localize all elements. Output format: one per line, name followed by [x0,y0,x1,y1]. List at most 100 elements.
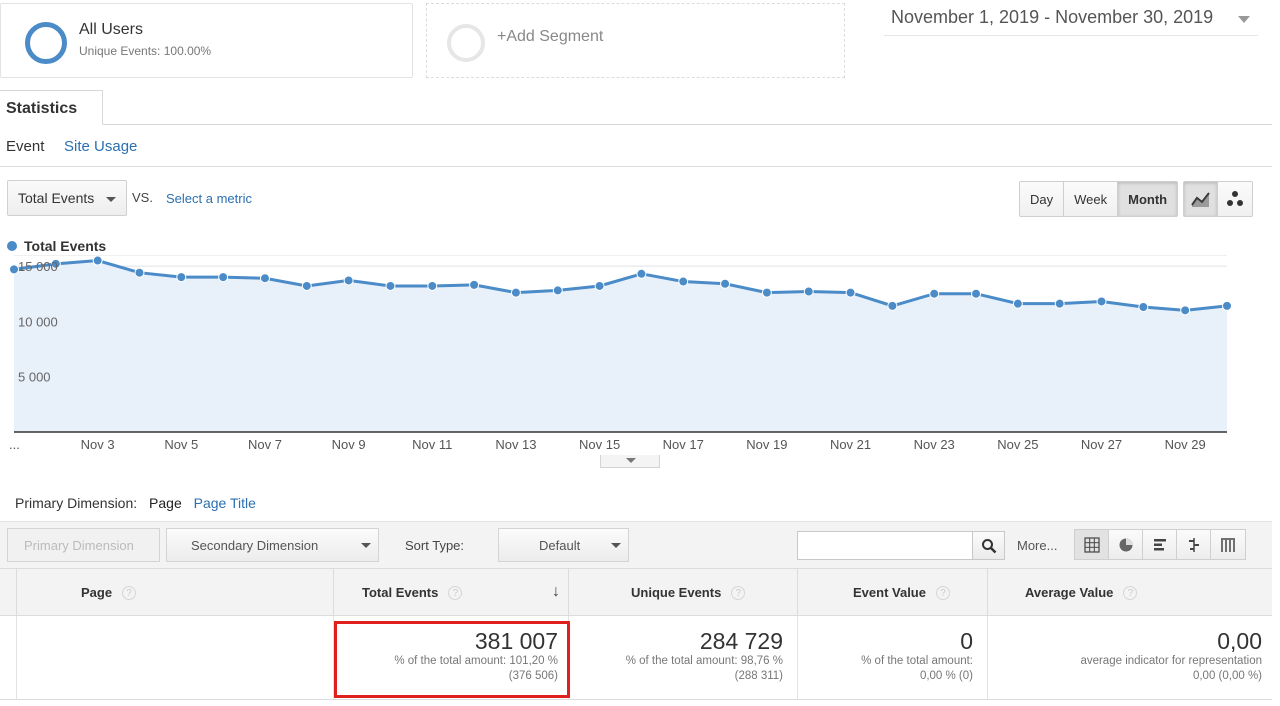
date-range-picker[interactable]: November 1, 2019 - November 30, 2019 [884,4,1258,36]
data-point [427,280,438,291]
total-events-overall: (376 506) [508,670,558,682]
x-tick-label: Nov 19 [746,437,787,452]
column-header-unique-events-label: Unique Events [631,585,722,600]
legend-dot-icon [7,241,17,251]
pivot-view-button[interactable] [1211,530,1245,559]
pie-chart-icon [1119,538,1132,551]
total-events-chart: 5 000 10 000 15 000... Nov 3 Nov 5 Nov 7 Nov 9… [9,255,1232,452]
table-header: Page ? Total Events ? ↓ Unique Events ? … [0,568,1272,616]
help-icon[interactable]: ? [448,585,463,600]
data-point [1222,300,1232,311]
primary-dimension-button[interactable]: Primary Dimension [7,528,160,562]
data-point [218,272,229,283]
unique-events-total-cell: 284 729 % of the total amount: 98,76 % (… [569,616,798,699]
average-value-total-cell: 0,00 average indicator for representatio… [988,616,1272,699]
average-value-value: 0,00 [1217,628,1262,654]
column-header-page[interactable]: Page ? [17,569,334,616]
chart-collapse-button[interactable] [600,455,660,468]
data-point [761,287,772,298]
subtab-site-usage[interactable]: Site Usage [64,138,137,155]
month-button[interactable]: Month [1118,182,1178,216]
metric-select[interactable]: Total Events [7,180,127,216]
segment-circle-icon [25,22,67,64]
line-chart-icon [1190,192,1210,207]
x-tick-label: Nov 29 [1165,437,1206,452]
dimension-page-title[interactable]: Page Title [194,495,256,511]
select-all-column [0,569,17,616]
x-tick-label: Nov 21 [830,437,871,452]
secondary-dimension-select[interactable]: Secondary Dimension [166,528,379,562]
tab-statistics[interactable]: Statistics [0,90,103,125]
vs-label: VS. [132,190,153,205]
segment-all-users[interactable]: All Users Unique Events: 100.00% [0,3,413,78]
dimension-page[interactable]: Page [149,495,182,511]
percentage-view-button[interactable] [1109,530,1143,559]
y-tick-label: 10 000 [18,314,58,329]
comparison-view-button[interactable] [1177,530,1211,559]
x-tick-label: Nov 5 [164,437,198,452]
line-chart-button[interactable] [1184,182,1218,216]
search-button[interactable] [973,531,1005,560]
average-value-overall: 0,00 (0,00 %) [1192,670,1262,682]
help-icon[interactable]: ? [731,585,746,600]
week-button[interactable]: Week [1064,182,1119,216]
help-icon[interactable]: ? [1123,585,1138,600]
event-value-value: 0 [960,628,973,654]
subtab-event[interactable]: Event [6,138,44,155]
granularity-toggle: Day Week Month [1019,181,1179,217]
motion-chart-button[interactable] [1218,182,1252,216]
data-point [845,287,856,298]
data-point [92,255,103,266]
chevron-down-icon [611,543,621,548]
totals-row: 381 007 % of the total amount: 101,20 % … [0,616,1272,700]
add-segment-button[interactable]: +Add Segment [426,3,845,78]
select-metric-link[interactable]: Select a metric [166,191,252,206]
event-value-overall: 0,00 % (0) [919,670,973,682]
column-header-total-events[interactable]: Total Events ? ↓ [334,569,569,616]
data-point [552,285,563,296]
data-point [929,288,940,299]
total-events-percent: % of the total amount: 101,20 % [394,655,558,667]
column-header-average-value[interactable]: Average Value ? [988,569,1272,616]
sort-descending-icon: ↓ [552,583,560,600]
more-link[interactable]: More... [1017,538,1057,553]
data-point [1138,301,1149,312]
chevron-down-icon [626,458,636,463]
table-view-toggle [1074,529,1246,560]
column-header-unique-events[interactable]: Unique Events ? [569,569,798,616]
data-point [1180,305,1191,316]
search-input[interactable] [797,531,973,560]
search-icon [981,538,996,553]
data-point [678,276,689,287]
pivot-table-icon [1221,537,1235,552]
sort-type-select[interactable]: Default [498,528,629,562]
column-header-total-events-label: Total Events [362,585,439,600]
x-tick-label: Nov 11 [412,437,452,452]
performance-view-button[interactable] [1143,530,1177,559]
x-tick-label: Nov 25 [997,437,1038,452]
column-header-event-value[interactable]: Event Value ? [798,569,988,616]
secondary-dimension-label: Secondary Dimension [191,537,319,553]
primary-dimension-row: Primary Dimension: Page Page Title [15,495,264,511]
data-table-view-button[interactable] [1075,530,1109,559]
table-toolbar: Primary Dimension Secondary Dimension So… [0,521,1272,568]
x-tick-label: Nov 23 [914,437,955,452]
x-tick-label: Nov 15 [579,437,620,452]
total-events-total-cell: 381 007 % of the total amount: 101,20 % … [334,616,569,699]
data-point [343,275,354,286]
totals-row-check-cell [0,616,17,699]
chart-legend: Total Events [7,238,106,254]
data-point [636,268,647,279]
x-tick-label: Nov 27 [1081,437,1122,452]
day-button[interactable]: Day [1020,182,1065,216]
tabstrip-divider [0,124,1272,125]
primary-dimension-label: Primary Dimension: [15,495,138,511]
data-point [134,267,145,278]
help-icon[interactable]: ? [935,585,950,600]
y-tick-label: 5 000 [18,370,51,385]
help-icon[interactable]: ? [122,585,137,600]
unique-events-percent: % of the total amount: 98,76 % [625,655,783,667]
chevron-down-icon [361,543,371,548]
date-range-text: November 1, 2019 - November 30, 2019 [891,7,1214,27]
data-point [301,280,312,291]
